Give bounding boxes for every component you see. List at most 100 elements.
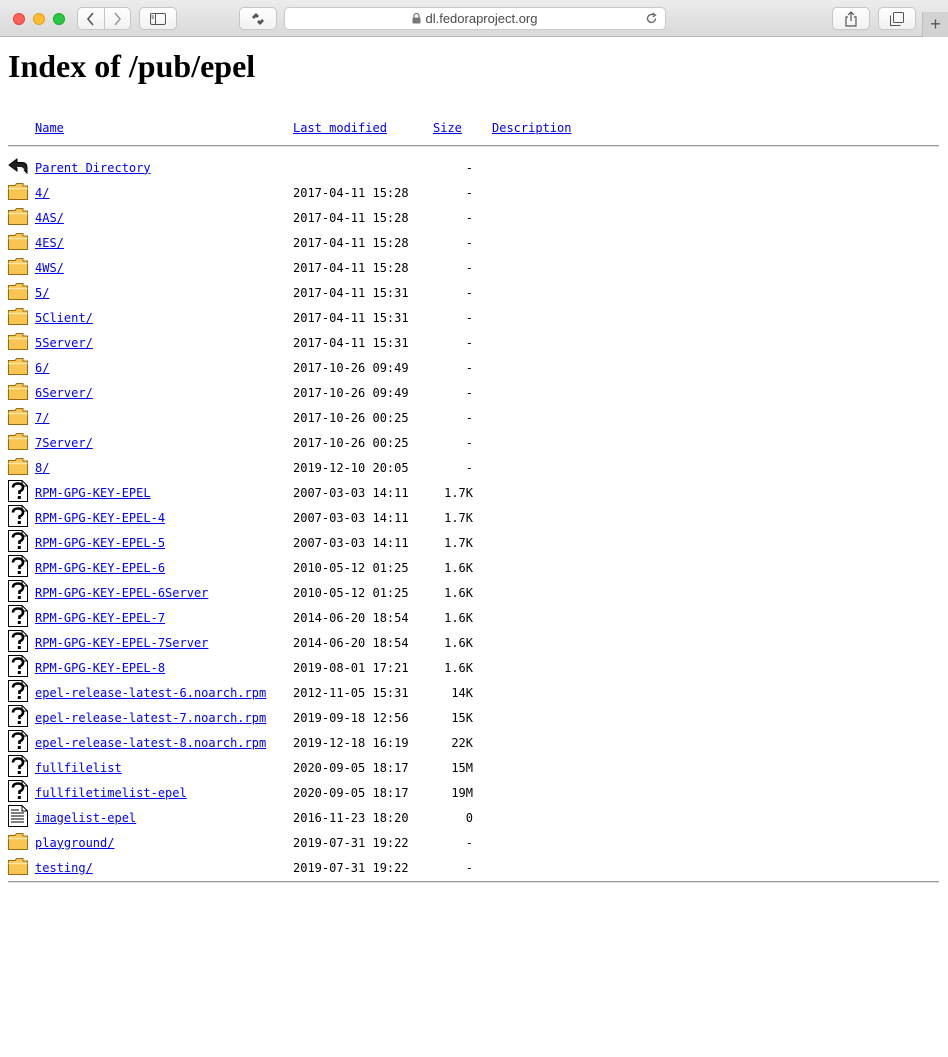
row-description xyxy=(480,280,939,305)
back-button[interactable] xyxy=(78,8,104,29)
row-size: - xyxy=(465,835,473,850)
folder-icon xyxy=(8,230,35,252)
entry-link[interactable]: epel-release-latest-6.noarch.rpm xyxy=(35,686,266,700)
chevron-right-icon xyxy=(114,11,122,26)
entry-link[interactable]: RPM-GPG-KEY-EPEL-5 xyxy=(35,536,165,550)
entry-link[interactable]: RPM-GPG-KEY-EPEL xyxy=(35,486,151,500)
reload-button[interactable] xyxy=(645,12,658,28)
forward-button[interactable] xyxy=(105,8,131,29)
tabs-overview-icon xyxy=(890,11,904,26)
sidebar-icon xyxy=(150,12,166,25)
entry-link[interactable]: 4AS/ xyxy=(35,211,64,225)
new-tab-button[interactable]: + xyxy=(922,12,948,37)
entry-link[interactable]: 4ES/ xyxy=(35,236,64,250)
entry-link[interactable]: 4/ xyxy=(35,186,49,200)
row-size: - xyxy=(465,860,473,875)
entry-link[interactable]: 5Server/ xyxy=(35,336,93,350)
row-name-cell: fullfiletimelist-epel xyxy=(35,780,293,805)
row-size: - xyxy=(465,260,473,275)
minimize-window-button[interactable] xyxy=(33,13,45,25)
row-icon-cell xyxy=(8,530,35,555)
row-name-cell: RPM-GPG-KEY-EPEL-5 xyxy=(35,530,293,555)
row-description xyxy=(480,555,939,580)
entry-link[interactable]: imagelist-epel xyxy=(35,811,136,825)
row-description xyxy=(480,705,939,730)
entry-link[interactable]: RPM-GPG-KEY-EPEL-7Server xyxy=(35,636,208,650)
entry-link[interactable]: 7/ xyxy=(35,411,49,425)
footer-divider xyxy=(8,881,939,883)
entry-link[interactable]: testing/ xyxy=(35,861,93,875)
entry-link[interactable]: RPM-GPG-KEY-EPEL-6 xyxy=(35,561,165,575)
row-name-cell: testing/ xyxy=(35,855,293,880)
sidebar-button[interactable] xyxy=(139,7,177,30)
row-description xyxy=(480,805,939,830)
row-modified: 2007-03-03 14:11 xyxy=(293,510,409,525)
entry-link[interactable]: 6/ xyxy=(35,361,49,375)
entry-link[interactable]: 6Server/ xyxy=(35,386,93,400)
entry-link[interactable]: playground/ xyxy=(35,836,114,850)
row-size: 1.6K xyxy=(444,585,473,600)
row-name-cell: RPM-GPG-KEY-EPEL-7Server xyxy=(35,630,293,655)
entry-link[interactable]: 4WS/ xyxy=(35,261,64,275)
browser-toolbar: dl.fedoraproject.org + xyxy=(0,0,948,37)
entry-link[interactable]: RPM-GPG-KEY-EPEL-7 xyxy=(35,611,165,625)
address-bar[interactable]: dl.fedoraproject.org xyxy=(284,7,666,30)
entry-link[interactable]: RPM-GPG-KEY-EPEL-8 xyxy=(35,661,165,675)
row-size: 15M xyxy=(451,760,473,775)
unknown-file-icon xyxy=(8,480,35,502)
sort-by-size-link[interactable]: Size xyxy=(433,121,462,135)
entry-link[interactable]: 8/ xyxy=(35,461,49,475)
row-name-cell: RPM-GPG-KEY-EPEL-6 xyxy=(35,555,293,580)
row-icon-cell xyxy=(8,355,35,380)
entry-link[interactable]: Parent Directory xyxy=(35,161,151,175)
row-modified: 2017-04-11 15:31 xyxy=(293,285,409,300)
modified-header: Last modified xyxy=(293,119,433,136)
url-text: dl.fedoraproject.org xyxy=(425,11,538,26)
entry-link[interactable]: RPM-GPG-KEY-EPEL-6Server xyxy=(35,586,208,600)
entry-link[interactable]: epel-release-latest-8.noarch.rpm xyxy=(35,736,266,750)
name-header: Name xyxy=(35,119,293,136)
extension-button[interactable] xyxy=(239,7,277,30)
row-icon-cell xyxy=(8,680,35,705)
row-description xyxy=(480,655,939,680)
entry-link[interactable]: RPM-GPG-KEY-EPEL-4 xyxy=(35,511,165,525)
row-modified: 2010-05-12 01:25 xyxy=(293,585,409,600)
entry-link[interactable]: fullfiletimelist-epel xyxy=(35,786,187,800)
row-name-cell: epel-release-latest-7.noarch.rpm xyxy=(35,705,293,730)
row-icon-cell xyxy=(8,630,35,655)
unknown-file-icon xyxy=(8,730,35,752)
entry-link[interactable]: fullfilelist xyxy=(35,761,122,775)
entry-link[interactable]: 7Server/ xyxy=(35,436,93,450)
text-file-icon xyxy=(8,805,35,827)
show-tabs-button[interactable] xyxy=(878,7,916,30)
row-icon-cell xyxy=(8,855,35,880)
extension-icon xyxy=(252,12,264,25)
row-modified: 2017-04-11 15:31 xyxy=(293,335,409,350)
share-button[interactable] xyxy=(832,7,870,30)
navigation-buttons xyxy=(77,7,131,30)
entry-link[interactable]: 5Client/ xyxy=(35,311,93,325)
folder-icon xyxy=(8,830,35,852)
row-name-cell: 6/ xyxy=(35,355,293,380)
sort-by-name-link[interactable]: Name xyxy=(35,121,64,135)
sort-by-description-link[interactable]: Description xyxy=(492,121,571,135)
zoom-window-button[interactable] xyxy=(53,13,65,25)
folder-icon xyxy=(8,430,35,452)
listing-row: 7Server/2017-10-26 00:25 - xyxy=(8,430,939,455)
folder-icon xyxy=(8,355,35,377)
folder-icon xyxy=(8,455,35,477)
share-icon xyxy=(845,10,857,27)
sort-by-modified-link[interactable]: Last modified xyxy=(293,121,387,135)
listing-row: epel-release-latest-7.noarch.rpm 2019-09-… xyxy=(8,705,939,730)
close-window-button[interactable] xyxy=(13,13,25,25)
entry-link[interactable]: 5/ xyxy=(35,286,49,300)
listing-row: RPM-GPG-KEY-EPEL-5 2007-03-03 14:11 1.7K xyxy=(8,530,939,555)
row-modified: 2017-04-11 15:31 xyxy=(293,310,409,325)
row-size: - xyxy=(465,385,473,400)
listing-row: RPM-GPG-KEY-EPEL-4 2007-03-03 14:11 1.7K xyxy=(8,505,939,530)
row-size: 15K xyxy=(451,710,473,725)
row-size: 1.6K xyxy=(444,635,473,650)
row-description xyxy=(480,580,939,605)
row-name-cell: 4AS/ xyxy=(35,205,293,230)
entry-link[interactable]: epel-release-latest-7.noarch.rpm xyxy=(35,711,266,725)
